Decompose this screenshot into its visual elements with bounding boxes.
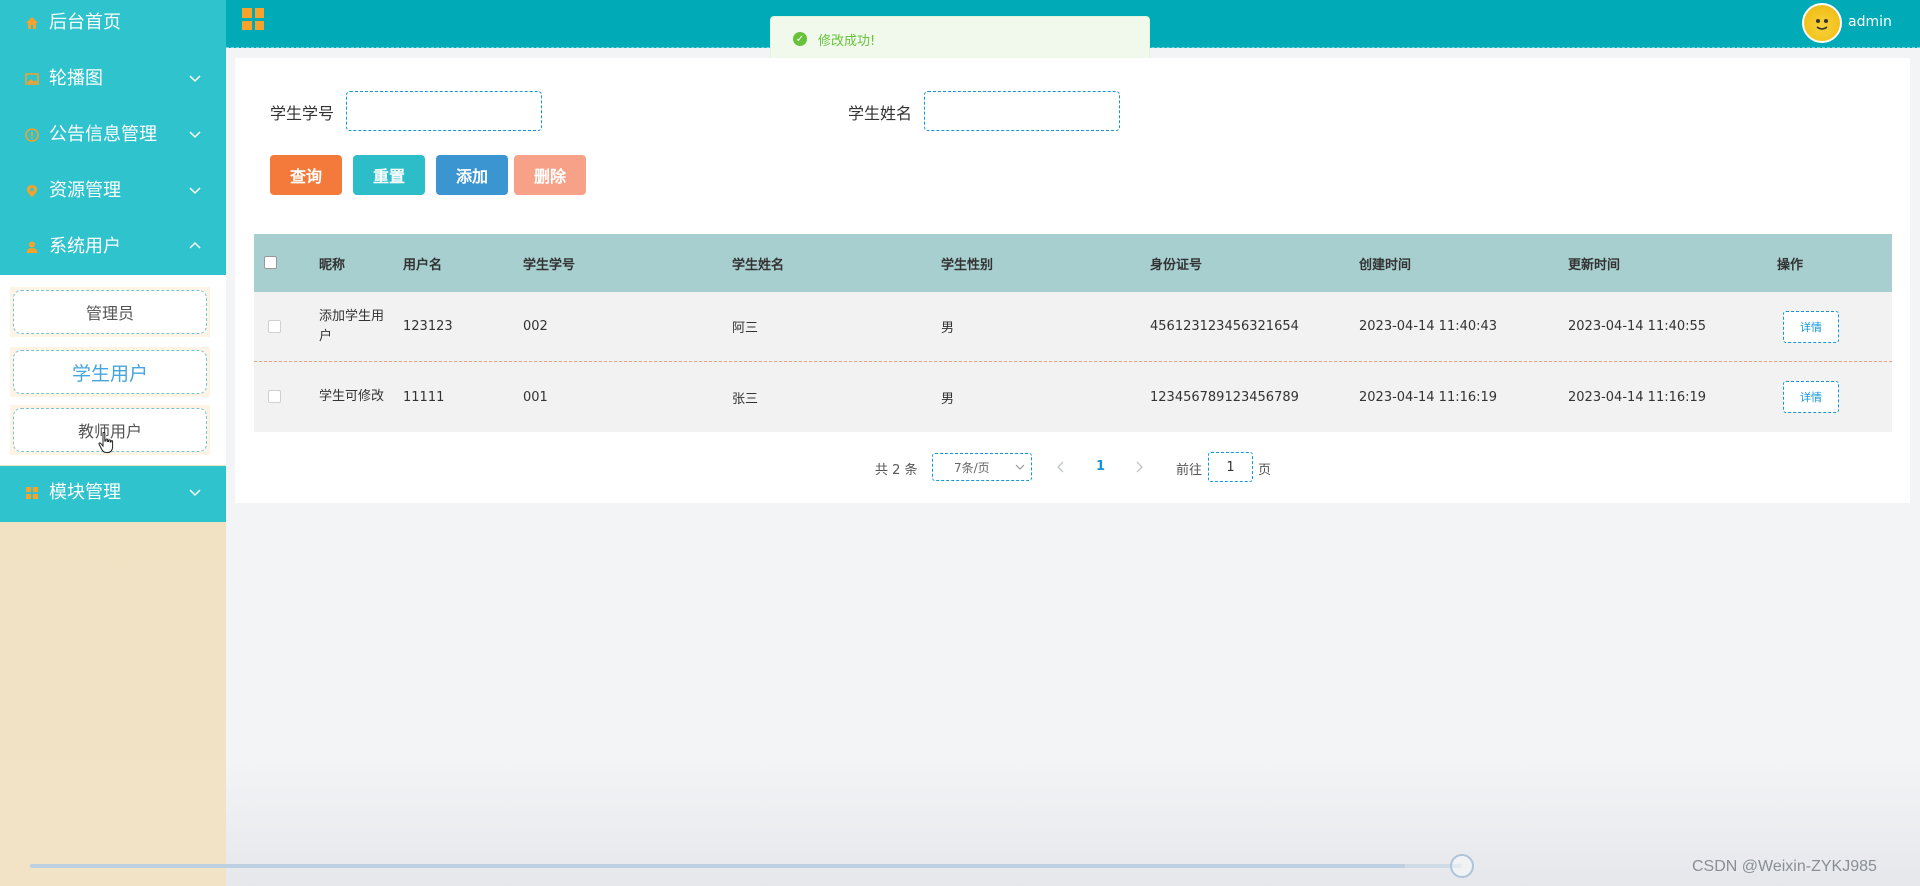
next-page-icon[interactable] (1134, 461, 1144, 473)
student-id-label: 学生学号 (270, 104, 335, 123)
cell-username: 11111 (403, 389, 445, 405)
query-button[interactable]: 查询 (270, 155, 342, 195)
student-table: 昵称 用户名 学生学号 学生姓名 学生性别 身份证号 创建时间 更新时间 操作 … (254, 234, 1892, 432)
sidebar-item-label: 系统用户 (49, 236, 121, 257)
sidebar-item-modules[interactable]: 模块管理 (0, 466, 226, 522)
prev-page-icon[interactable] (1056, 461, 1066, 473)
sidebar-item-system-users[interactable]: 系统用户 (0, 220, 226, 276)
cell-username: 123123 (403, 319, 453, 334)
sidebar-item-label: 轮播图 (49, 68, 103, 89)
row-checkbox[interactable] (268, 390, 281, 403)
cell-created: 2023-04-14 11:40:43 (1359, 319, 1498, 334)
detail-button[interactable]: 详情 (1783, 381, 1839, 413)
student-name-input[interactable] (924, 91, 1120, 131)
chevron-down-icon (189, 131, 201, 139)
column-header-sortable[interactable]: 创建时间 (1359, 234, 1411, 292)
success-toast: ✓ 修改成功! (770, 16, 1150, 62)
add-button[interactable]: 添加 (436, 155, 508, 195)
sidebar-item-label: 后台首页 (49, 12, 121, 33)
toast-message: 修改成功! (818, 33, 876, 49)
page-size-value: 7条/页 (954, 460, 990, 475)
picture-icon (24, 71, 40, 87)
student-name-label: 学生姓名 (848, 104, 913, 123)
submenu-item-admin[interactable]: 管理员 (10, 287, 210, 337)
goto-label: 前往 (1176, 463, 1203, 478)
delete-button[interactable]: 删除 (514, 155, 586, 195)
chevron-up-icon (189, 241, 201, 249)
page-suffix: 页 (1258, 463, 1272, 478)
video-progress-track[interactable] (30, 864, 1462, 868)
page-number-current[interactable]: 1 (1096, 459, 1105, 474)
column-header: 身份证号 (1150, 257, 1203, 273)
reset-button[interactable]: 重置 (353, 155, 425, 195)
column-header-sortable[interactable]: 更新时间 (1568, 234, 1620, 292)
cell-nickname: 学生可修改 (319, 389, 385, 404)
sidebar-item-resources[interactable]: 资源管理 (0, 164, 226, 220)
sidebar-item-carousel[interactable]: 轮播图 (0, 52, 226, 108)
row-checkbox[interactable] (268, 320, 281, 333)
menu-toggle-icon[interactable] (242, 8, 264, 30)
chevron-down-icon (189, 75, 201, 83)
user-icon (24, 239, 40, 255)
cell-nickname: 添加学生用户 (319, 308, 385, 344)
student-id-input[interactable] (346, 91, 542, 131)
watermark: CSDN @Weixin-ZYKJ985 (1692, 858, 1877, 875)
chevron-down-icon (189, 489, 201, 497)
column-header: 昵称 (319, 257, 346, 273)
video-progress-handle[interactable] (1450, 854, 1474, 878)
table-row: 添加学生用户 123123 002 阿三 男 45612312345632165… (254, 292, 1892, 362)
cell-updated: 2023-04-14 11:40:55 (1568, 319, 1707, 334)
column-header: 学生学号 (523, 257, 576, 273)
table-header: 昵称 用户名 学生学号 学生姓名 学生性别 身份证号 创建时间 更新时间 操作 (254, 234, 1892, 292)
select-all-checkbox[interactable] (264, 256, 277, 269)
avatar[interactable] (1802, 3, 1842, 43)
sidebar-item-notice[interactable]: 公告信息管理 (0, 108, 226, 164)
cell-name: 阿三 (732, 321, 759, 336)
column-header: 学生性别 (941, 257, 994, 273)
cell-gender: 男 (941, 321, 955, 336)
cell-name: 张三 (732, 391, 759, 407)
page-size-select[interactable]: 7条/页 (932, 453, 1032, 481)
table-row: 学生可修改 11111 001 张三 男 123456789123456789 … (254, 362, 1892, 432)
info-icon (24, 127, 40, 143)
cell-id-card: 123456789123456789 (1150, 389, 1299, 405)
chevron-down-icon (1015, 464, 1025, 470)
grid-icon (24, 485, 40, 501)
sidebar-item-label: 模块管理 (49, 482, 121, 503)
sidebar-item-home[interactable]: 后台首页 (0, 0, 226, 52)
column-header: 操作 (1777, 257, 1804, 273)
username[interactable]: admin (1848, 14, 1892, 30)
cell-gender: 男 (941, 391, 955, 407)
sidebar-item-label: 资源管理 (49, 180, 121, 201)
hand-cursor-icon (98, 432, 114, 453)
sidebar-item-label: 公告信息管理 (49, 124, 157, 145)
check-icon: ✓ (793, 32, 807, 46)
pagination-total: 共 2 条 (875, 463, 918, 478)
column-header: 学生姓名 (732, 257, 785, 273)
cell-id-card: 456123123456321654 (1150, 319, 1299, 334)
video-progress-fill (30, 864, 1405, 868)
submenu-item-student-users[interactable]: 学生用户 (10, 347, 210, 397)
goto-page-input[interactable]: 1 (1208, 452, 1253, 482)
column-header: 用户名 (403, 257, 443, 273)
cell-student-id: 001 (523, 389, 548, 405)
detail-button[interactable]: 详情 (1783, 311, 1839, 343)
cell-created: 2023-04-14 11:16:19 (1359, 389, 1498, 405)
cell-student-id: 002 (523, 319, 548, 334)
location-icon (24, 183, 40, 199)
cell-updated: 2023-04-14 11:16:19 (1568, 389, 1707, 405)
home-icon (24, 15, 40, 31)
chevron-down-icon (189, 187, 201, 195)
